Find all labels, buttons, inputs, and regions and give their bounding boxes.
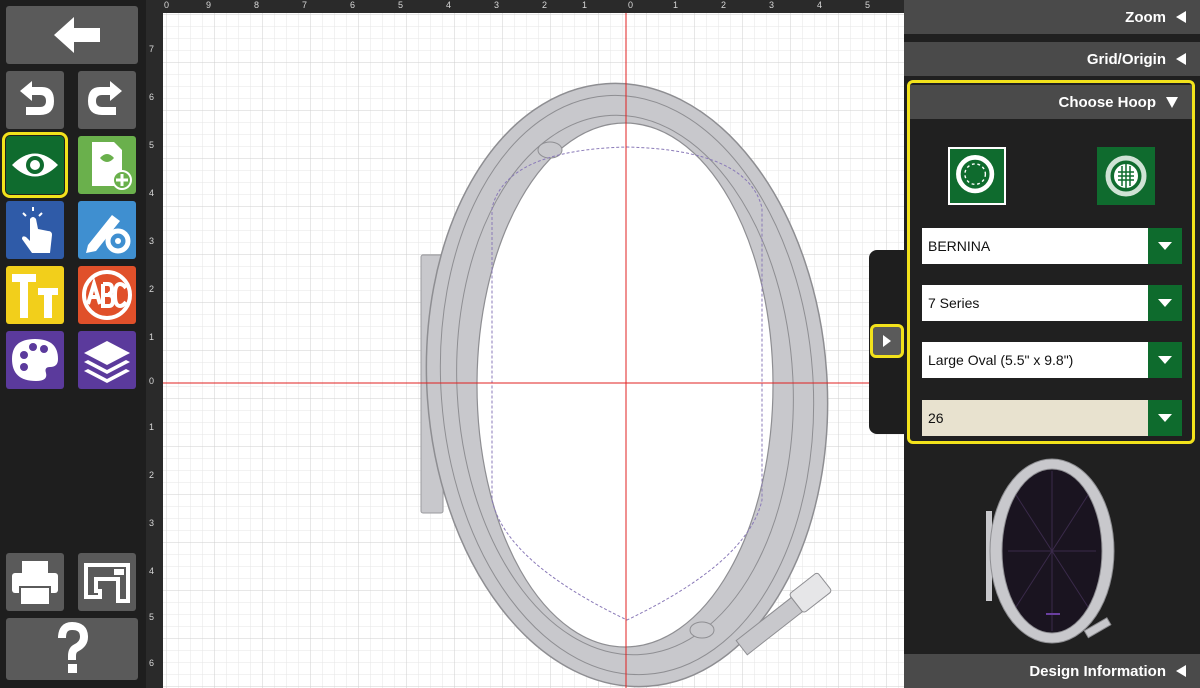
chevron-down-icon bbox=[1158, 356, 1172, 364]
undo-button[interactable] bbox=[6, 71, 64, 129]
new-design-button[interactable] bbox=[78, 136, 136, 194]
preview-button[interactable] bbox=[2, 132, 68, 198]
ruler-label: 5 bbox=[149, 140, 155, 150]
left-toolbar bbox=[0, 0, 146, 688]
dropdown-button[interactable] bbox=[1148, 228, 1182, 264]
ruler-label: 1 bbox=[582, 0, 588, 10]
monogram-button[interactable] bbox=[78, 266, 136, 324]
ruler-label: 3 bbox=[769, 0, 775, 10]
text-icon bbox=[12, 274, 58, 318]
ruler-label: 4 bbox=[149, 188, 155, 198]
panel-toggle-button[interactable] bbox=[870, 324, 904, 358]
collapse-left-icon bbox=[1176, 665, 1186, 677]
design-canvas[interactable]: 0 9 8 7 6 5 4 3 2 1 0 1 2 3 4 5 7 6 5 4 … bbox=[146, 0, 904, 688]
grid-and-hoop bbox=[163, 13, 904, 688]
dropdown-button[interactable] bbox=[1148, 400, 1182, 436]
select-button[interactable] bbox=[6, 201, 64, 259]
ruler-label: 6 bbox=[149, 92, 155, 102]
chevron-down-icon bbox=[1158, 414, 1172, 422]
collapse-left-icon bbox=[1176, 11, 1186, 23]
ruler-label: 6 bbox=[350, 0, 356, 10]
ruler-label: 2 bbox=[149, 470, 155, 480]
edit-tools-icon bbox=[86, 215, 131, 254]
back-arrow-icon bbox=[54, 17, 100, 53]
expand-down-icon bbox=[1166, 96, 1178, 108]
manufacturer-value: BERNINA bbox=[928, 238, 991, 254]
hoop-number-select[interactable]: 26 bbox=[922, 400, 1182, 436]
chevron-down-icon bbox=[1158, 242, 1172, 250]
choose-hoop-label: Choose Hoop bbox=[1058, 93, 1157, 111]
undo-icon bbox=[20, 81, 54, 115]
choose-hoop-section-header[interactable]: Choose Hoop bbox=[910, 85, 1192, 119]
redo-button[interactable] bbox=[78, 71, 136, 129]
print-button[interactable] bbox=[6, 553, 64, 611]
edit-tools-button[interactable] bbox=[78, 201, 136, 259]
ruler-label: 0 bbox=[628, 0, 634, 10]
grid-hoop-icon bbox=[1105, 155, 1147, 197]
monogram-icon bbox=[82, 270, 132, 320]
ruler-label: 7 bbox=[149, 44, 155, 54]
ruler-label: 1 bbox=[149, 332, 155, 342]
design-information-label: Design Information bbox=[1029, 662, 1166, 680]
series-select[interactable]: 7 Series bbox=[922, 285, 1182, 321]
back-button[interactable] bbox=[6, 6, 138, 64]
ruler-label: 2 bbox=[542, 0, 548, 10]
zoom-label: Zoom bbox=[1125, 8, 1166, 26]
ruler-label: 4 bbox=[446, 0, 452, 10]
ruler-label: 3 bbox=[149, 518, 155, 528]
hoop-value: Large Oval (5.5" x 9.8") bbox=[928, 352, 1074, 368]
ruler-label: 4 bbox=[149, 566, 155, 576]
colors-button[interactable] bbox=[6, 331, 64, 389]
ruler-label: 3 bbox=[494, 0, 500, 10]
send-to-machine-button[interactable] bbox=[78, 553, 136, 611]
help-button[interactable] bbox=[6, 618, 138, 680]
series-value: 7 Series bbox=[928, 295, 980, 311]
vertical-ruler: 7 6 5 4 3 2 1 0 1 2 3 4 5 6 bbox=[146, 0, 163, 688]
text-button[interactable] bbox=[6, 266, 64, 324]
hoop-type-oval-button[interactable] bbox=[948, 147, 1006, 205]
manufacturer-select[interactable]: BERNINA bbox=[922, 228, 1182, 264]
collapse-left-icon bbox=[1176, 53, 1186, 65]
dropdown-button[interactable] bbox=[1148, 285, 1182, 321]
palette-icon bbox=[12, 339, 58, 381]
hoop-type-grid-button[interactable] bbox=[1097, 147, 1155, 205]
ruler-label: 1 bbox=[149, 422, 155, 432]
redo-icon bbox=[88, 81, 122, 115]
grid-origin-section-header[interactable]: Grid/Origin bbox=[904, 42, 1200, 76]
print-icon bbox=[12, 561, 58, 606]
ruler-label: 9 bbox=[206, 0, 212, 10]
eye-icon bbox=[12, 153, 58, 177]
grid-origin-label: Grid/Origin bbox=[1086, 50, 1166, 68]
ruler-label: 5 bbox=[149, 612, 155, 622]
ruler-label: 7 bbox=[302, 0, 308, 10]
ruler-label: 2 bbox=[721, 0, 727, 10]
hoop-number-value: 26 bbox=[928, 410, 944, 426]
ruler-label: 1 bbox=[673, 0, 679, 10]
ruler-label: 3 bbox=[149, 236, 155, 246]
design-information-section-header[interactable]: Design Information bbox=[904, 654, 1200, 688]
ruler-label: 0 bbox=[149, 376, 155, 386]
horizontal-ruler: 0 9 8 7 6 5 4 3 2 1 0 1 2 3 4 5 bbox=[146, 0, 904, 13]
new-design-icon bbox=[92, 142, 132, 190]
ruler-label: 5 bbox=[865, 0, 871, 10]
ruler-label: 5 bbox=[398, 0, 404, 10]
sewing-machine-icon bbox=[84, 563, 130, 603]
ruler-label: 6 bbox=[149, 658, 155, 668]
round-hoop-icon bbox=[956, 155, 995, 194]
ruler-label: 2 bbox=[149, 284, 155, 294]
ruler-label: 4 bbox=[817, 0, 823, 10]
ruler-label: 0 bbox=[164, 0, 170, 10]
chevron-right-icon bbox=[883, 335, 891, 347]
dropdown-button[interactable] bbox=[1148, 342, 1182, 378]
touch-select-icon bbox=[22, 207, 52, 253]
help-icon bbox=[58, 621, 89, 673]
hoop-select[interactable]: Large Oval (5.5" x 9.8") bbox=[922, 342, 1182, 378]
layers-icon bbox=[84, 341, 130, 383]
right-panel: Zoom Grid/Origin Choose Hoop BERNINA 7 S… bbox=[904, 0, 1200, 688]
zoom-section-header[interactable]: Zoom bbox=[904, 0, 1200, 34]
hoop-preview bbox=[986, 458, 1115, 644]
chevron-down-icon bbox=[1158, 299, 1172, 307]
ruler-label: 8 bbox=[254, 0, 260, 10]
layers-button[interactable] bbox=[78, 331, 136, 389]
